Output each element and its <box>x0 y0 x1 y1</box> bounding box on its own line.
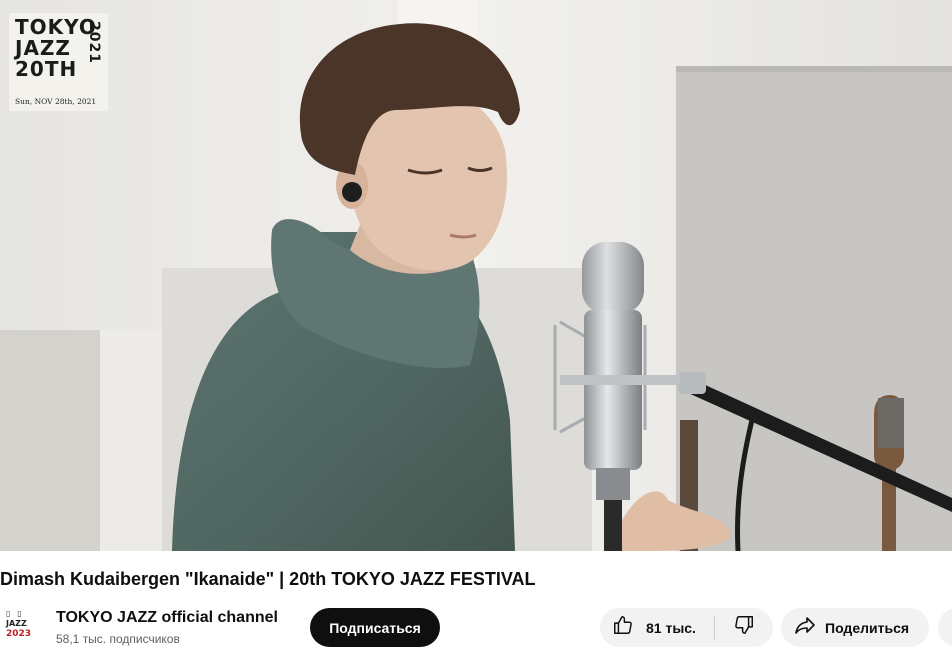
subscribe-button[interactable]: Подписаться <box>310 608 440 647</box>
tokyo-jazz-logo-overlay: TOKYO JAZZ 20TH 2021 Sun, NOV 28th, 2021 <box>9 13 108 111</box>
like-dislike-group: 81 тыс. <box>600 608 773 647</box>
avatar-year: 2023 <box>6 629 32 639</box>
share-label: Поделиться <box>825 619 910 636</box>
video-title: Dimash Kudaibergen "Ikanaide" | 20th TOK… <box>0 569 536 589</box>
like-count: 81 тыс. <box>646 619 696 636</box>
thumbs-up-icon <box>612 614 634 641</box>
like-button[interactable]: 81 тыс. <box>600 608 714 647</box>
share-arrow-icon <box>793 613 817 642</box>
channel-avatar[interactable]: ▯ ▯ JAZZ 2023 <box>6 610 36 644</box>
share-button[interactable]: Поделиться <box>781 608 929 647</box>
more-actions-button[interactable] <box>938 608 952 647</box>
logo-date: Sun, NOV 28th, 2021 <box>15 97 97 106</box>
logo-year: 2021 <box>86 21 102 64</box>
subscriber-count: 58,1 тыс. подписчиков <box>56 632 180 646</box>
avatar-jazz: JAZZ <box>6 619 27 628</box>
video-frame <box>0 0 952 551</box>
video-player[interactable]: TOKYO JAZZ 20TH 2021 Sun, NOV 28th, 2021 <box>0 0 952 551</box>
thumbs-down-icon <box>733 614 755 641</box>
dislike-button[interactable] <box>715 608 773 647</box>
avatar-mark: ▯ ▯ <box>6 609 24 618</box>
channel-name[interactable]: TOKYO JAZZ official channel <box>56 609 278 627</box>
